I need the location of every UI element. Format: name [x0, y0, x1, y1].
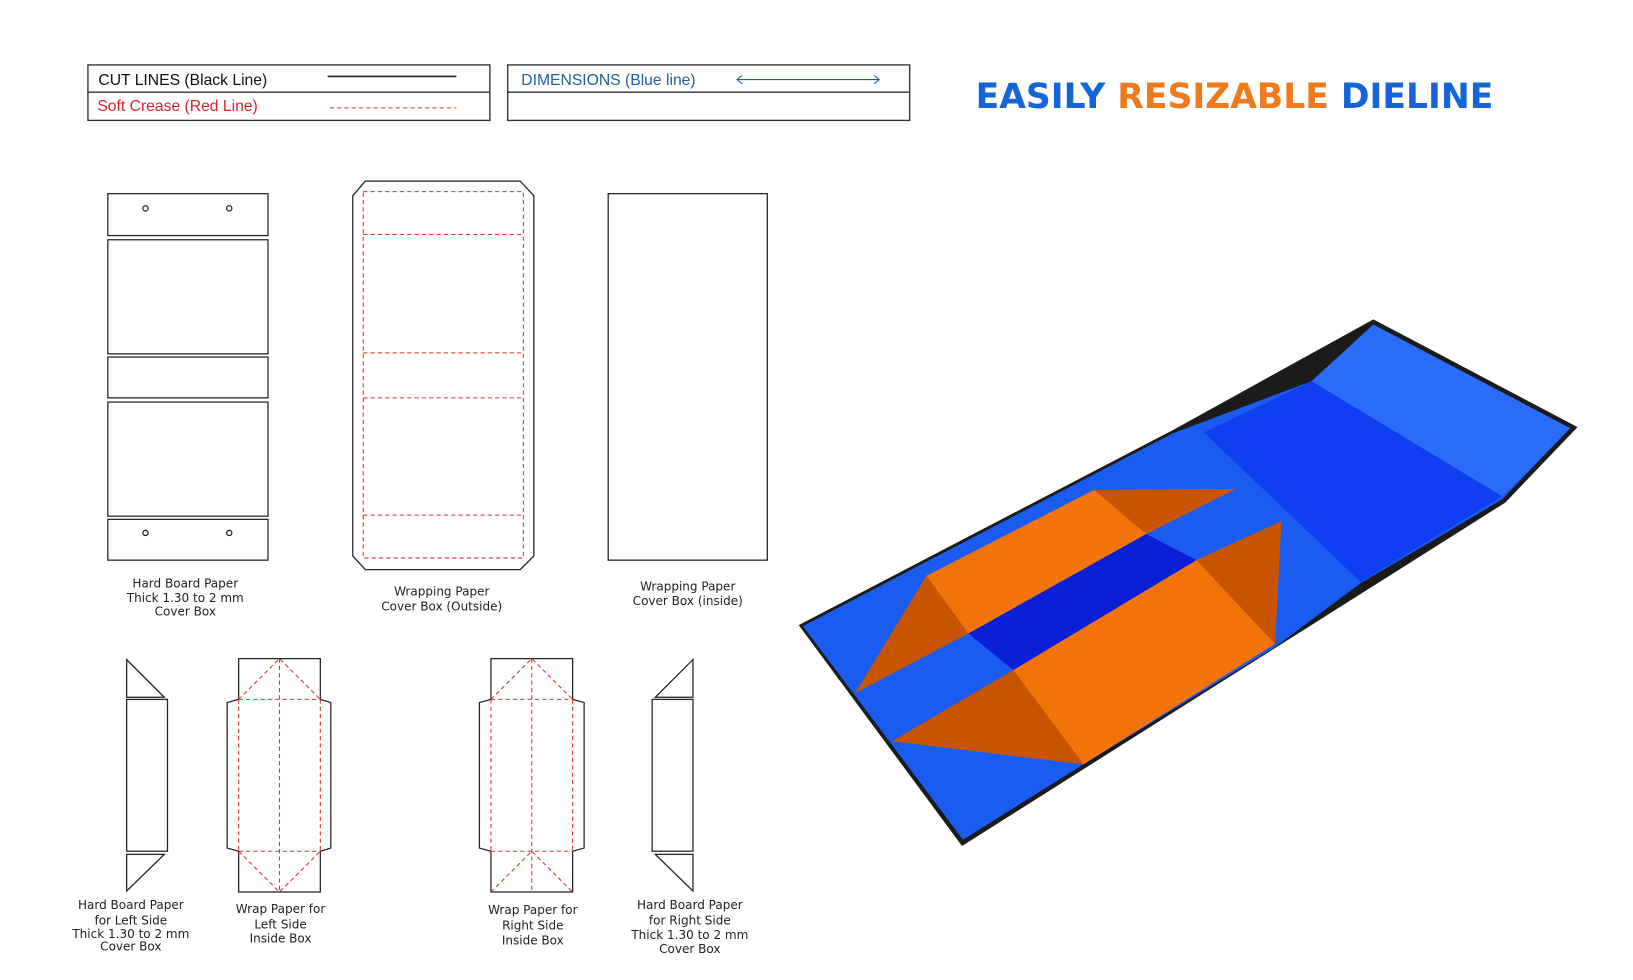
- label-wrap-right: Wrap Paper for Right Side Inside Box: [488, 903, 578, 947]
- svg-text:Right Side: Right Side: [502, 919, 563, 933]
- double-arrow-icon: [736, 74, 881, 85]
- svg-text:for Right Side: for Right Side: [649, 914, 731, 928]
- label-hard-board-cover-1: Hard Board Paper: [132, 576, 238, 590]
- svg-text:Hard Board Paper: Hard Board Paper: [78, 898, 184, 912]
- svg-text:Left Side: Left Side: [254, 918, 306, 932]
- wrap-right-dieline: [478, 657, 585, 893]
- page-title: EASILY RESIZABLE DIELINE: [976, 77, 1494, 117]
- dieline-diagram: CUT LINES (Black Line) Soft Crease (Red …: [71, 64, 1578, 956]
- label-wrap-inside-2: Cover Box (inside): [633, 594, 743, 608]
- label-hard-board-cover-3: Cover Box: [155, 605, 216, 619]
- svg-text:Wrap Paper for: Wrap Paper for: [488, 903, 578, 917]
- label-wrap-outside-1: Wrapping Paper: [394, 585, 489, 599]
- hard-board-left-dieline: [126, 658, 169, 893]
- hard-board-cover-dieline: [107, 193, 269, 561]
- svg-text:Wrap Paper for: Wrap Paper for: [236, 902, 326, 916]
- svg-text:Inside Box: Inside Box: [502, 933, 564, 947]
- svg-text:for Left Side: for Left Side: [94, 914, 167, 928]
- legend-cut-label: CUT LINES (Black Line): [98, 72, 267, 89]
- svg-text:Cover Box: Cover Box: [100, 940, 161, 954]
- legend-cut-crease: CUT LINES (Black Line) Soft Crease (Red …: [87, 64, 491, 122]
- label-wrap-inside-1: Wrapping Paper: [640, 580, 735, 594]
- wrap-outside-dieline: [352, 180, 535, 571]
- label-hard-board-right: Hard Board Paper for Right Side Thick 1.…: [630, 898, 748, 956]
- box-3d-illustration: [798, 319, 1578, 846]
- svg-text:Cover Box: Cover Box: [659, 942, 720, 956]
- hard-board-right-dieline: [651, 658, 694, 893]
- legend-dimensions-label: DIMENSIONS (Blue line): [521, 72, 695, 89]
- label-hard-board-cover-2: Thick 1.30 to 2 mm: [126, 591, 244, 605]
- wrap-inside-dieline: [607, 193, 768, 561]
- label-wrap-outside-2: Cover Box (Outside): [381, 599, 502, 613]
- wrap-left-dieline: [226, 657, 332, 893]
- label-wrap-left: Wrap Paper for Left Side Inside Box: [236, 902, 326, 945]
- svg-text:Hard Board Paper: Hard Board Paper: [637, 898, 743, 912]
- svg-text:Inside Box: Inside Box: [250, 931, 312, 945]
- legend-dimensions: DIMENSIONS (Blue line): [507, 64, 911, 122]
- svg-text:Thick 1.30 to 2 mm: Thick 1.30 to 2 mm: [630, 928, 748, 942]
- legend-crease-label: Soft Crease (Red Line): [97, 98, 257, 115]
- label-hard-board-left: Hard Board Paper for Left Side Thick 1.3…: [71, 898, 189, 954]
